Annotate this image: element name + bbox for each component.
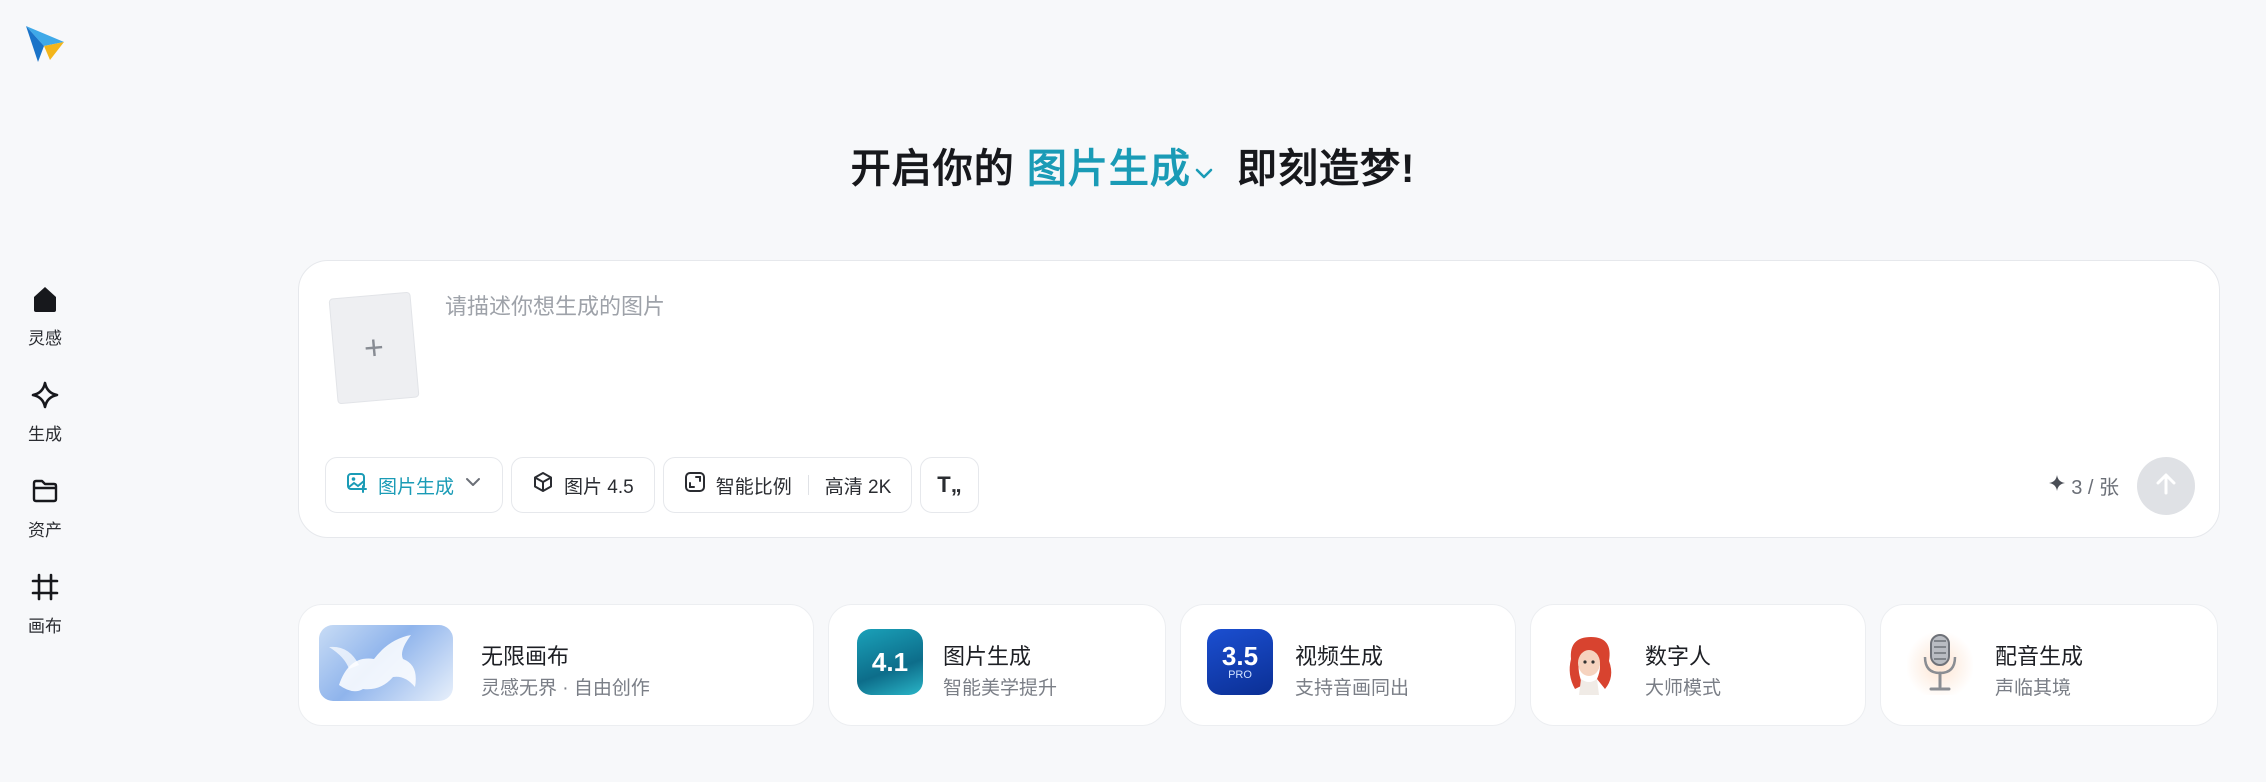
sidebar-item-inspiration[interactable]: 灵感: [0, 276, 90, 356]
spark-icon: [2049, 474, 2066, 497]
pegasus-thumbnail: [319, 625, 453, 701]
headline-mode-selector[interactable]: 图片生成: [1027, 147, 1237, 191]
feature-title: 数字人: [1645, 644, 1712, 669]
feature-title: 图片生成: [943, 644, 1032, 669]
feature-subtitle: 声临其境: [1995, 678, 2072, 699]
folder-icon: [28, 474, 62, 508]
text-style-button[interactable]: T„: [920, 457, 979, 513]
model-selector[interactable]: 图片 4.5: [511, 457, 655, 513]
ratio-label: 智能比例: [715, 476, 792, 498]
feature-title: 配音生成: [1995, 644, 2084, 669]
page-headline: 开启你的 图片生成 即刻造梦!: [0, 136, 2266, 194]
sidebar-item-label: 灵感: [28, 329, 62, 348]
divider: [807, 475, 809, 495]
feature-card-image-gen[interactable]: 4.1 图片生成 智能美学提升: [828, 604, 1166, 726]
app-root: 灵感 生成 资产 画布 开启你的 图片生成 即刻造梦! + 请描述你想生成的图片…: [0, 0, 2266, 782]
feature-subtitle: 大师模式: [1645, 678, 1722, 699]
arrow-up-icon: [2153, 471, 2179, 502]
headline-suffix: 即刻造梦!: [1236, 147, 1416, 191]
aspect-ratio-icon: [684, 471, 706, 499]
credit-cost: 3 / 张: [2049, 471, 2119, 500]
home-icon: [28, 282, 62, 316]
logo-icon[interactable]: [24, 22, 66, 64]
model-selector-label: 图片 4.5: [564, 476, 634, 498]
composer-toolbar: 图片生成 图片 4.5 智能比例 高清 2K T„: [325, 457, 979, 513]
cube-icon: [532, 471, 554, 499]
quality-label: 高清 2K: [824, 476, 892, 498]
sparkle-diamond-icon: [28, 378, 62, 412]
headline-mode-label: 图片生成: [1026, 147, 1191, 191]
feature-card-video-gen[interactable]: 3.5 PRO 视频生成 支持音画同出: [1180, 604, 1516, 726]
feature-subtitle: 智能美学提升: [943, 678, 1058, 699]
mode-dropdown[interactable]: 图片生成: [325, 457, 504, 513]
sidebar-item-label: 资产: [28, 521, 62, 540]
credit-cost-label: 3 / 张: [2071, 477, 2119, 499]
version-badge: 3.5: [1221, 641, 1259, 671]
sidebar-item-label: 生成: [28, 425, 62, 444]
upload-reference-button[interactable]: +: [328, 291, 420, 405]
prompt-composer: + 图片生成 图片 4.5: [298, 260, 2220, 538]
digital-human-thumbnail: [1557, 629, 1623, 695]
feature-title: 视频生成: [1295, 644, 1384, 669]
chevron-down-icon: [464, 473, 482, 497]
video-gen-thumbnail: 3.5 PRO: [1207, 629, 1273, 695]
feature-card-infinite-canvas[interactable]: 无限画布 灵感无界 · 自由创作: [298, 604, 814, 726]
feature-title: 无限画布: [481, 644, 570, 669]
headline-prefix: 开启你的: [850, 147, 1015, 191]
mode-dropdown-label: 图片生成: [378, 476, 455, 498]
canvas-frame-icon: [28, 570, 62, 604]
plus-icon: +: [362, 327, 386, 368]
sidebar-item-assets[interactable]: 资产: [0, 468, 90, 548]
image-gen-icon: [346, 471, 368, 499]
feature-card-voiceover[interactable]: 配音生成 声临其境: [1880, 604, 2218, 726]
feature-cards: 无限画布 灵感无界 · 自由创作 4.1 图片生成 智能美学提升 3.5 PRO…: [0, 604, 2266, 726]
sidebar-item-generate[interactable]: 生成: [0, 372, 90, 452]
feature-subtitle: 灵感无界 · 自由创作: [481, 678, 650, 699]
chevron-down-icon: [1193, 149, 1215, 194]
version-badge: 4.1: [871, 646, 909, 677]
image-gen-thumbnail: 4.1: [857, 629, 923, 695]
ratio-quality-selector[interactable]: 智能比例 高清 2K: [662, 457, 913, 513]
microphone-icon: [1907, 629, 1973, 695]
pro-badge: PRO: [1228, 669, 1252, 681]
prompt-input[interactable]: [443, 287, 2147, 431]
send-button[interactable]: [2137, 457, 2195, 515]
feature-subtitle: 支持音画同出: [1295, 678, 1410, 699]
text-style-icon: T„: [937, 472, 962, 497]
feature-card-digital-human[interactable]: 数字人 大师模式: [1530, 604, 1866, 726]
